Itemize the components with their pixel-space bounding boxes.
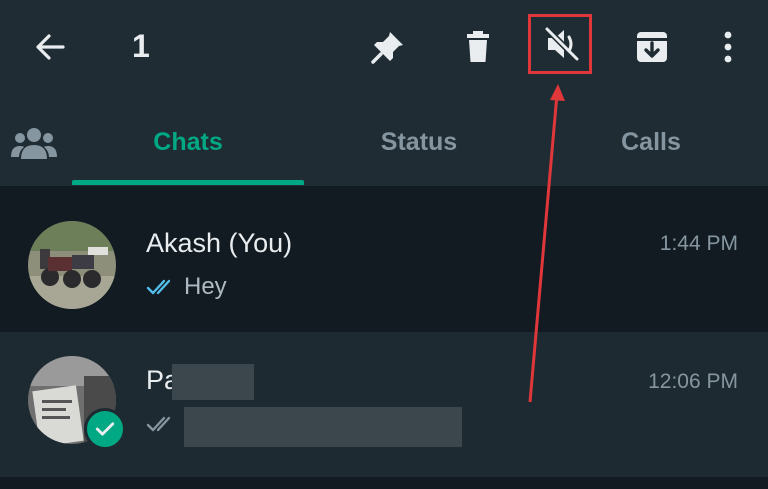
tab-chats[interactable]: Chats xyxy=(72,126,304,158)
selected-check-icon xyxy=(84,408,126,450)
delete-icon[interactable] xyxy=(458,27,498,67)
chat-name: Akash (You) xyxy=(146,228,293,258)
delivered-ticks-icon xyxy=(146,416,171,432)
redacted-name-block xyxy=(172,364,254,400)
mute-button-highlight[interactable] xyxy=(528,14,592,74)
mute-icon[interactable] xyxy=(543,25,581,63)
chat-row-selected[interactable]: Pa 12:06 PM xyxy=(0,332,768,477)
selection-toolbar: 1 xyxy=(0,0,768,100)
redacted-message-block xyxy=(184,407,462,447)
list-bottom xyxy=(0,477,768,489)
more-options-icon[interactable] xyxy=(714,27,742,67)
chat-time: 1:44 PM xyxy=(659,232,738,255)
tab-calls[interactable]: Calls xyxy=(536,126,766,158)
avatar-photo xyxy=(28,221,116,309)
back-arrow-icon[interactable] xyxy=(30,27,70,67)
community-icon[interactable] xyxy=(10,125,58,161)
read-ticks-icon xyxy=(146,279,171,295)
active-tab-indicator xyxy=(72,180,304,185)
tab-status[interactable]: Status xyxy=(304,126,534,158)
chat-time: 12:06 PM xyxy=(648,370,738,393)
pin-icon[interactable] xyxy=(368,27,408,67)
selected-count: 1 xyxy=(132,28,150,64)
avatar[interactable] xyxy=(28,221,116,309)
chat-row[interactable]: Akash (You) 1:44 PM Hey xyxy=(0,204,768,332)
archive-icon[interactable] xyxy=(632,27,672,67)
preview-text: Hey xyxy=(184,273,227,300)
